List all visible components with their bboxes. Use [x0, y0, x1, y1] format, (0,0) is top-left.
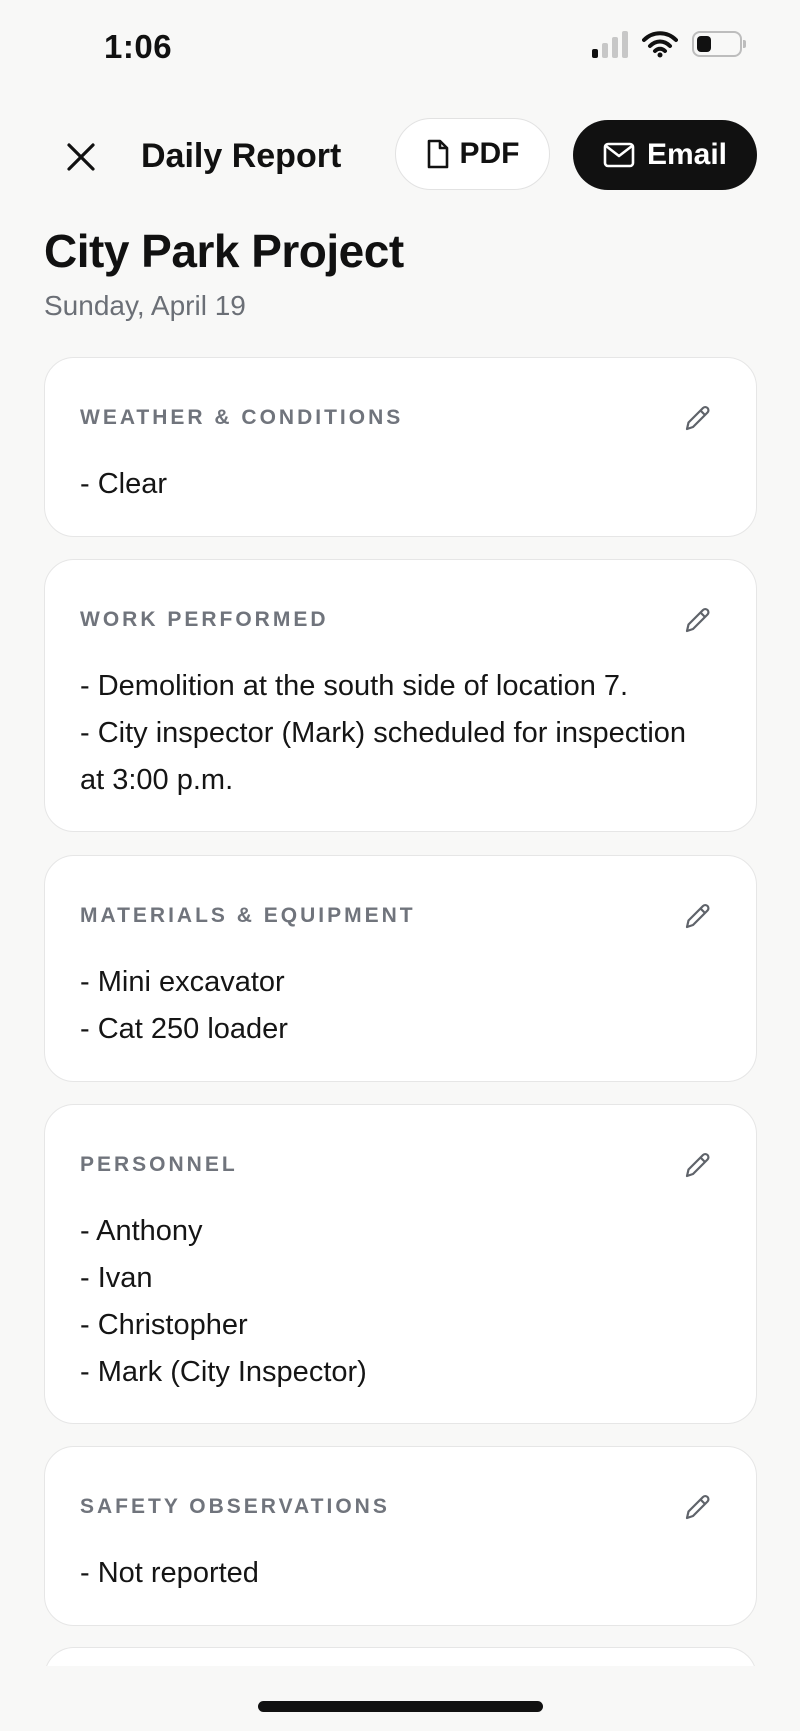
- section-card-weather: WEATHER & CONDITIONS - Clear: [44, 357, 757, 537]
- battery-icon: [692, 31, 746, 57]
- section-body: - Anthony - Ivan - Christopher - Mark (C…: [80, 1208, 716, 1396]
- edit-button[interactable]: [678, 398, 718, 438]
- screen-title: Daily Report: [141, 137, 342, 175]
- list-item: - Not reported: [80, 1557, 259, 1589]
- email-button-label: Email: [646, 138, 728, 171]
- list-item: - City inspector (Mark) scheduled for in…: [80, 717, 687, 796]
- section-heading: SAFETY OBSERVATIONS: [80, 1495, 390, 1518]
- list-item: - Mini excavator: [80, 966, 285, 998]
- list-item: - Anthony: [80, 1215, 203, 1247]
- pencil-icon: [685, 1152, 710, 1178]
- list-item: - Demolition at the south side of locati…: [80, 670, 629, 702]
- section-card-work-performed: WORK PERFORMED - Demolition at the south…: [44, 559, 757, 832]
- section-heading: PERSONNEL: [80, 1153, 238, 1176]
- edit-button[interactable]: [678, 1145, 718, 1185]
- section-body: - Clear: [80, 461, 716, 508]
- section-heading: WEATHER & CONDITIONS: [80, 406, 404, 429]
- status-icons: [592, 30, 746, 58]
- wifi-icon: [642, 31, 678, 58]
- pencil-icon: [685, 405, 710, 431]
- pdf-button-label: PDF: [459, 137, 520, 170]
- mail-icon: [603, 142, 635, 168]
- document-icon: [427, 139, 448, 169]
- report-date: Sunday, April 19: [44, 290, 246, 321]
- status-bar: 1:06: [0, 0, 800, 96]
- top-navigation-bar: Daily Report PDF Email: [0, 118, 800, 194]
- section-body: - Mini excavator - Cat 250 loader: [80, 959, 716, 1053]
- list-item: - Clear: [80, 468, 168, 500]
- pencil-icon: [685, 1494, 710, 1520]
- pencil-icon: [685, 903, 710, 929]
- section-heading: WORK PERFORMED: [80, 608, 329, 631]
- list-item: - Cat 250 loader: [80, 1013, 288, 1045]
- edit-button[interactable]: [678, 896, 718, 936]
- project-title: City Park Project: [44, 225, 404, 277]
- list-item: - Ivan: [80, 1262, 153, 1294]
- home-indicator[interactable]: [258, 1701, 543, 1712]
- section-card-personnel: PERSONNEL - Anthony - Ivan - Christopher…: [44, 1104, 757, 1424]
- edit-button[interactable]: [678, 1487, 718, 1527]
- list-item: - Christopher: [80, 1309, 248, 1341]
- section-card-safety-observations: SAFETY OBSERVATIONS - Not reported: [44, 1446, 757, 1626]
- edit-button[interactable]: [678, 600, 718, 640]
- section-body: - Demolition at the south side of locati…: [80, 663, 716, 804]
- list-item: - Mark (City Inspector): [80, 1356, 367, 1388]
- bottom-safe-area: [0, 1666, 800, 1731]
- status-time: 1:06: [104, 28, 173, 65]
- section-card-materials-equipment: MATERIALS & EQUIPMENT - Mini excavator -…: [44, 855, 757, 1082]
- pdf-button[interactable]: PDF: [395, 118, 550, 190]
- section-heading: MATERIALS & EQUIPMENT: [80, 904, 416, 927]
- close-button[interactable]: [58, 134, 104, 180]
- email-button[interactable]: Email: [573, 120, 757, 190]
- cellular-signal-icon: [592, 30, 628, 58]
- pencil-icon: [685, 607, 710, 633]
- close-icon: [67, 143, 95, 171]
- section-body: - Not reported: [80, 1550, 716, 1597]
